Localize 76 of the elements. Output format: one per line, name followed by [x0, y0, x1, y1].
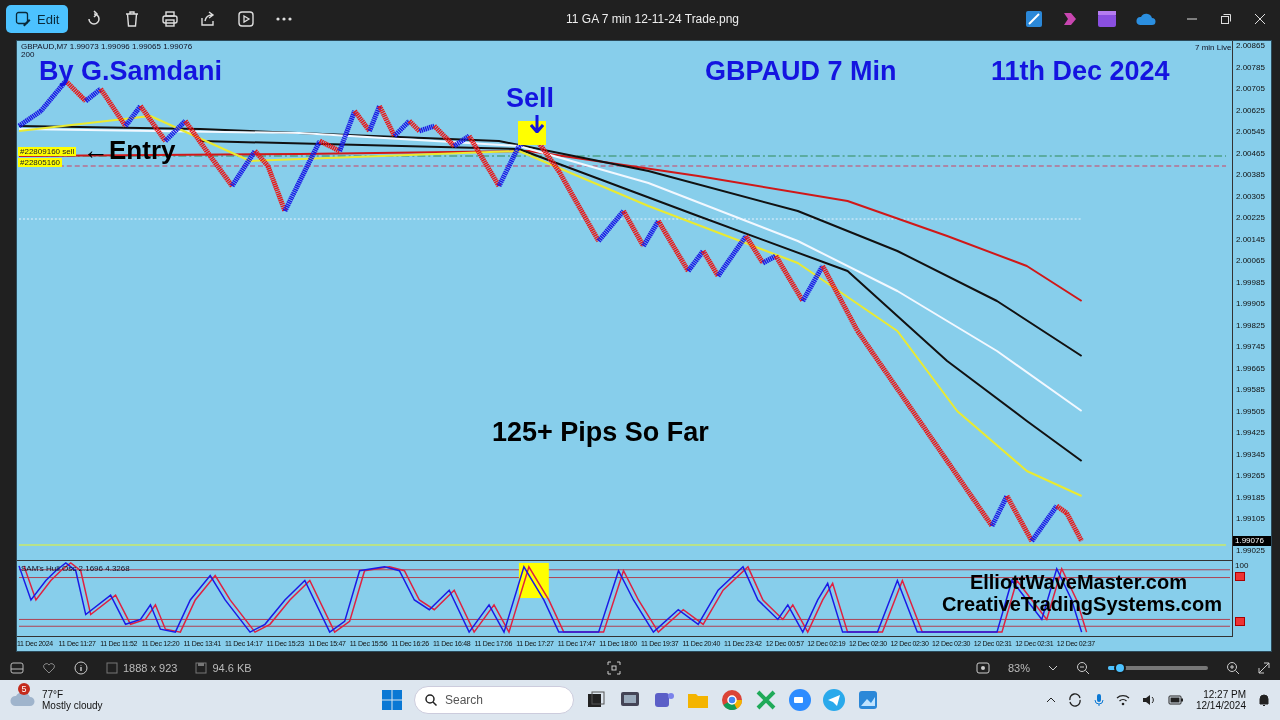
price-axis-label: 2.00545 [1235, 127, 1266, 138]
search-icon [425, 694, 437, 706]
window-title: 11 GA 7 min 12-11-24 Trade.png [566, 12, 740, 26]
heart-icon[interactable] [42, 661, 56, 674]
search-field[interactable]: Search [414, 686, 574, 714]
fullscreen-icon[interactable] [1258, 661, 1270, 674]
fit-icon[interactable] [976, 661, 990, 674]
save-icon [195, 661, 208, 674]
battery-icon[interactable] [1167, 695, 1184, 705]
zoom-slider-thumb[interactable] [1114, 661, 1126, 674]
current-price-label: 1.99076 [1233, 535, 1271, 546]
price-axis-label: 2.00465 [1235, 148, 1266, 160]
price-axis-label: 2.00385 [1235, 170, 1266, 181]
crop-icon[interactable] [606, 660, 621, 675]
sell-label: Sell [506, 83, 555, 114]
price-axis-label: 2.00305 [1235, 191, 1266, 203]
sync-icon[interactable] [1067, 693, 1082, 707]
price-axis-label: 2.00785 [1235, 62, 1266, 74]
dimensions-icon [106, 661, 118, 674]
zoom-in-icon[interactable] [1226, 660, 1240, 675]
restore-icon[interactable] [1220, 13, 1232, 25]
info-icon[interactable] [74, 660, 88, 675]
weather-text: Mostly cloudy [42, 700, 103, 711]
price-axis-label: 2.00625 [1235, 105, 1266, 117]
price-axis-label: 1.99665 [1235, 363, 1266, 375]
price-axis-label: 1.99025 [1235, 545, 1266, 556]
result-text: 125+ Pips So Far [492, 417, 709, 448]
microphone-icon[interactable] [1093, 693, 1104, 707]
windows-start-icon[interactable] [380, 688, 404, 712]
chevron-up-icon[interactable] [1045, 697, 1056, 703]
file-size: 94.6 KB [212, 661, 252, 674]
price-axis-label: 1.99345 [1235, 449, 1266, 461]
close-icon[interactable] [1254, 13, 1266, 25]
chart-date: 11th Dec 2024 [991, 56, 1170, 87]
zoom-out-icon[interactable] [1076, 660, 1090, 675]
price-axis-label: 2.00065 [1235, 256, 1266, 267]
author-text: By G.Samdani [39, 56, 223, 87]
price-axis-label: 1.99185 [1235, 492, 1266, 504]
clock-time: 12:27 PM [1203, 689, 1246, 700]
chart-heading: GBPAUD 7 Min [705, 56, 897, 87]
level-marker [1235, 617, 1245, 626]
photos-icon[interactable] [856, 688, 880, 712]
order-label: #22809160 sell [18, 147, 77, 156]
price-axis-label: 2.00225 [1235, 213, 1266, 224]
order-label: #22805160 [18, 158, 63, 167]
price-axis-label: 2.00705 [1235, 84, 1266, 95]
cloud-icon[interactable] [1136, 13, 1156, 25]
price-axis-label: 1.99425 [1235, 428, 1266, 439]
price-axis-label: 1.99505 [1235, 406, 1266, 418]
down-arrow-icon [530, 115, 544, 133]
price-axis-label: 1.99985 [1235, 277, 1266, 289]
edit-image-icon [15, 11, 31, 27]
price-axis-label: 2.00145 [1235, 234, 1266, 246]
temperature: 77°F [42, 689, 65, 700]
speaker-icon[interactable] [1141, 694, 1156, 706]
level-marker [1235, 572, 1245, 581]
chart-status-label: 7 min Live [1195, 43, 1232, 52]
price-axis-label: 1.99265 [1235, 471, 1266, 482]
edit-button[interactable]: Edit [6, 5, 69, 33]
price-axis-label: 2.00865 [1235, 41, 1266, 52]
oscillator-scale-label: 100 [1234, 561, 1250, 570]
caret-icon[interactable] [1048, 664, 1058, 671]
bell-icon[interactable] [1258, 693, 1270, 707]
notification-badge: 5 [18, 683, 30, 695]
price-axis-label: 1.99585 [1235, 385, 1266, 396]
clock-date: 12/14/2024 [1195, 700, 1246, 711]
price-axis-label: 1.99105 [1235, 514, 1266, 525]
price-axis-label: 1.99825 [1235, 320, 1266, 332]
chart-symbol-line: GBPAUD,M7 1.99073 1.99096 1.99065 1.99076 [21, 42, 193, 51]
price-axis-label: 1.99905 [1235, 299, 1266, 310]
image-dimensions: 1888 x 923 [123, 661, 178, 674]
wifi-icon[interactable] [1115, 694, 1130, 706]
zoom-dropdown[interactable]: 83% [1008, 661, 1030, 674]
price-axis-label: 1.99745 [1235, 342, 1266, 353]
chart-period-note: 200 [21, 50, 35, 59]
filmstrip-icon[interactable] [10, 661, 24, 674]
